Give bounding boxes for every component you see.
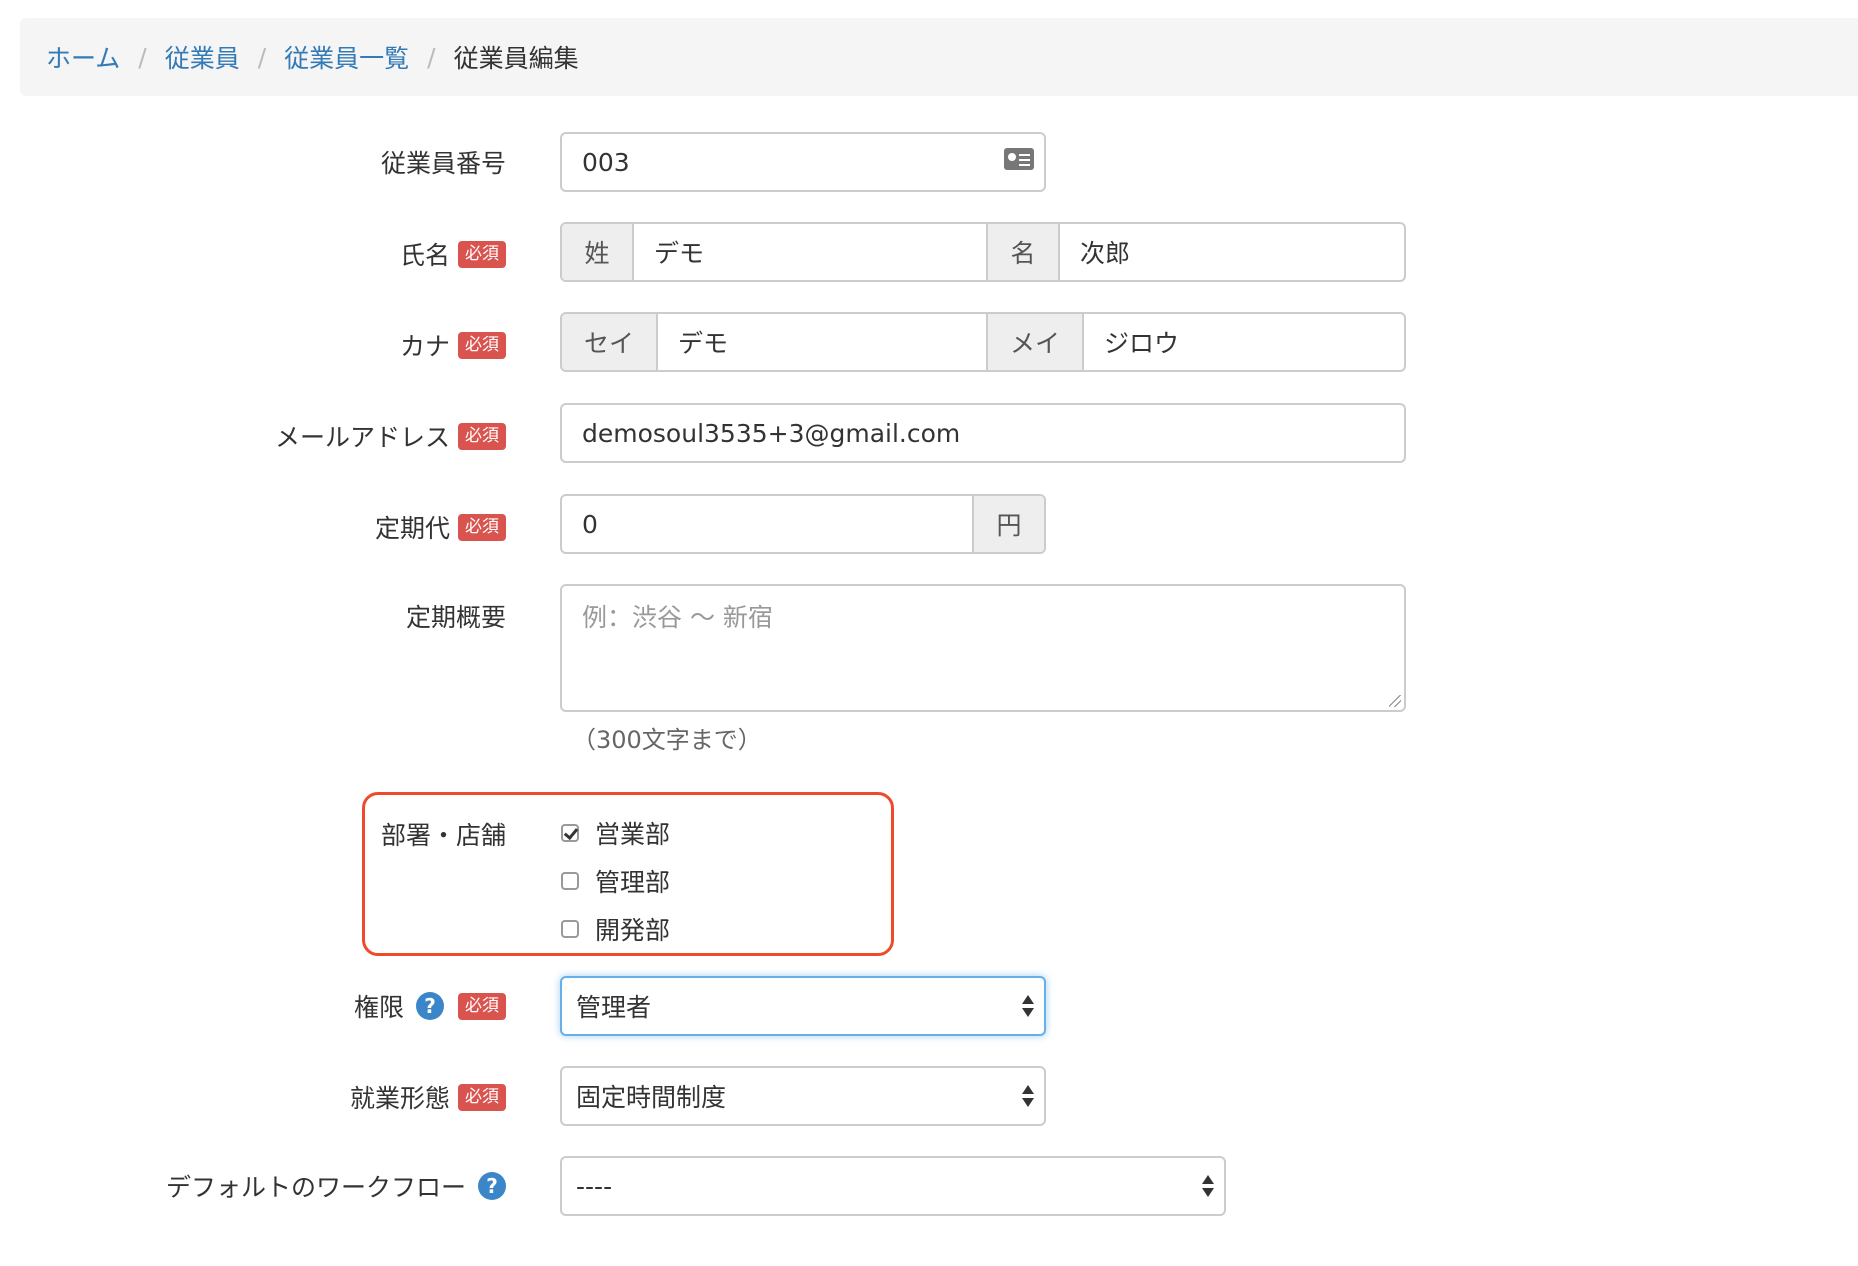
department-checkbox-sales[interactable]: 営業部 [561, 815, 670, 851]
breadcrumb: ホーム / 従業員 / 従業員一覧 / 従業員編集 [20, 18, 1858, 96]
name-label: 氏名 必須 [400, 236, 506, 272]
permission-select[interactable]: 管理者 [560, 976, 1046, 1036]
email-value[interactable]: demosoul3535+3@gmail.com [562, 405, 1404, 461]
departments-label: 部署・店舗 [380, 821, 506, 850]
resize-handle-icon[interactable] [1389, 695, 1401, 707]
checkbox-unchecked[interactable] [561, 872, 579, 890]
breadcrumb-current: 従業員編集 [453, 44, 579, 73]
kana-field-group: セイ デモ メイ ジロウ [560, 312, 1406, 372]
employee-number-field[interactable]: 003 [560, 132, 1046, 192]
first-kana-addon: メイ [986, 314, 1084, 370]
commute-cost-input[interactable]: 0 [562, 496, 972, 552]
yen-addon: 円 [972, 496, 1044, 552]
last-kana-addon: セイ [562, 314, 658, 370]
email-field[interactable]: demosoul3535+3@gmail.com [560, 403, 1406, 463]
department-checkbox-dev[interactable]: 開発部 [561, 911, 670, 947]
first-name-input[interactable]: 次郎 [1060, 224, 1404, 280]
kana-label: カナ 必須 [400, 327, 506, 363]
character-limit-hint: （300文字まで） [572, 726, 762, 754]
required-badge: 必須 [458, 1083, 506, 1111]
commute-cost-label: 定期代 必須 [375, 509, 506, 545]
department-checkbox-admin[interactable]: 管理部 [561, 863, 670, 899]
first-name-addon: 名 [986, 224, 1060, 280]
required-badge: 必須 [458, 422, 506, 450]
last-name-addon: 姓 [562, 224, 634, 280]
required-badge: 必須 [458, 331, 506, 359]
breadcrumb-home-link[interactable]: ホーム [46, 39, 120, 75]
id-card-icon [1004, 148, 1034, 170]
select-arrows-icon [1202, 1173, 1214, 1199]
checkbox-unchecked[interactable] [561, 920, 579, 938]
work-style-label: 就業形態 必須 [350, 1079, 506, 1115]
breadcrumb-separator: / [257, 42, 267, 72]
default-workflow-selected-value: ---- [576, 1171, 613, 1201]
help-icon[interactable]: ? [416, 992, 444, 1020]
permission-label: 権限 ? 必須 [354, 988, 506, 1024]
required-badge: 必須 [458, 240, 506, 268]
default-workflow-select[interactable]: ---- [560, 1156, 1226, 1216]
email-label: メールアドレス 必須 [275, 418, 506, 454]
checkbox-checked[interactable] [561, 824, 579, 842]
breadcrumb-employees-link[interactable]: 従業員 [165, 39, 240, 75]
commute-summary-placeholder: 例：渋谷 〜 新宿 [582, 603, 773, 632]
breadcrumb-employee-list-link[interactable]: 従業員一覧 [284, 39, 409, 75]
commute-summary-label: 定期概要 [405, 603, 506, 632]
commute-cost-field: 0 円 [560, 494, 1046, 554]
required-badge: 必須 [458, 992, 506, 1020]
help-icon[interactable]: ? [478, 1172, 506, 1200]
first-kana-input[interactable]: ジロウ [1084, 314, 1404, 370]
select-arrows-icon [1022, 993, 1034, 1019]
breadcrumb-separator: / [427, 42, 436, 72]
default-workflow-label: デフォルトのワークフロー ? [166, 1168, 506, 1204]
permission-selected-value: 管理者 [576, 993, 652, 1022]
work-style-select[interactable]: 固定時間制度 [560, 1066, 1046, 1126]
select-arrows-icon [1022, 1083, 1034, 1109]
employee-number-label: 従業員番号 [380, 149, 506, 178]
last-name-input[interactable]: デモ [634, 224, 986, 280]
last-kana-input[interactable]: デモ [658, 314, 986, 370]
required-badge: 必須 [458, 513, 506, 541]
work-style-selected-value: 固定時間制度 [576, 1083, 727, 1112]
commute-summary-textarea[interactable]: 例：渋谷 〜 新宿 [560, 584, 1406, 712]
breadcrumb-separator: / [138, 42, 147, 72]
employee-number-value[interactable]: 003 [562, 134, 1044, 190]
name-field-group: 姓 デモ 名 次郎 [560, 222, 1406, 282]
